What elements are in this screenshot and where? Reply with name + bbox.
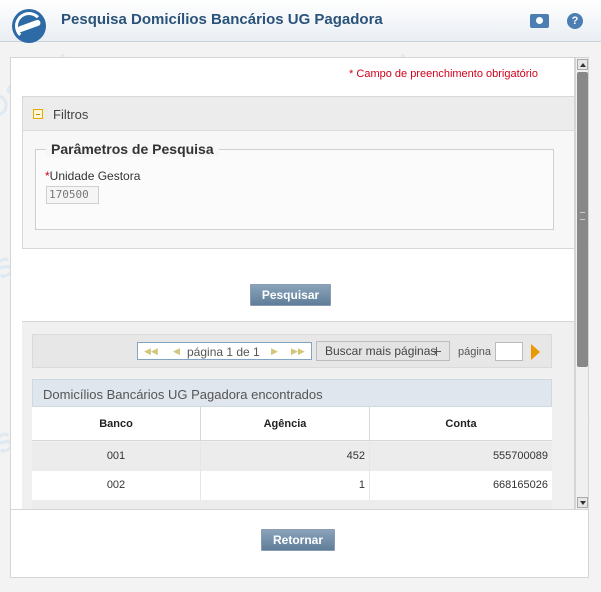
pagination-bar: ◀◀ ◀ página 1 de 1 ▶ ▶▶ Buscar mais pági…: [32, 334, 552, 368]
unidade-gestora-label: *Unidade Gestora: [45, 169, 140, 183]
page-number-label: página: [458, 346, 492, 358]
last-page-icon[interactable]: ▶▶: [291, 346, 305, 357]
search-parameters-fieldset: Parâmetros de Pesquisa *Unidade Gestora …: [35, 141, 554, 230]
cell-agencia: 1: [201, 471, 370, 500]
help-icon[interactable]: ?: [567, 13, 583, 29]
cell-banco: 002: [32, 471, 201, 500]
siafi-logo-icon: [12, 9, 46, 43]
scroll-up-icon[interactable]: [577, 59, 588, 70]
pagination-box: ◀◀ ◀ página 1 de 1 ▶ ▶▶: [137, 342, 312, 360]
scroll-down-icon[interactable]: [577, 497, 588, 508]
results-table-title: Domicílios Bancários UG Pagadora encontr…: [43, 387, 323, 402]
column-header-conta[interactable]: Conta: [370, 407, 552, 441]
search-parameters-legend: Parâmetros de Pesquisa: [46, 141, 219, 157]
cell-agencia: 452: [201, 442, 370, 471]
search-button[interactable]: Pesquisar: [250, 284, 331, 306]
vertical-scrollbar[interactable]: [575, 57, 589, 510]
load-more-pages-button[interactable]: Buscar mais páginas: [316, 341, 450, 361]
cell-conta: 668165026: [492, 479, 548, 491]
column-header-banco[interactable]: Banco: [32, 407, 201, 441]
page-indicator: página 1 de 1: [187, 345, 260, 359]
table-row[interactable]: 001 452 555700089: [32, 442, 552, 471]
cell-banco: 001: [32, 442, 201, 471]
unidade-gestora-field[interactable]: 170500: [46, 186, 99, 204]
return-button[interactable]: Retornar: [261, 529, 335, 551]
camera-icon[interactable]: [530, 14, 549, 28]
results-panel: ◀◀ ◀ página 1 de 1 ▶ ▶▶ Buscar mais pági…: [22, 321, 574, 509]
results-table-title-bar: Domicílios Bancários UG Pagadora encontr…: [32, 379, 552, 407]
page-header: Pesquisa Domicílios Bancários UG Pagador…: [0, 0, 601, 43]
plus-icon: [432, 347, 441, 356]
table-row[interactable]: 002 1 668165026: [32, 471, 552, 500]
main-content: * Campo de preenchimento obrigatório Fil…: [10, 57, 575, 510]
first-page-icon[interactable]: ◀◀: [144, 346, 158, 357]
page-title: Pesquisa Domicílios Bancários UG Pagador…: [61, 11, 383, 28]
unidade-gestora-label-text: Unidade Gestora: [49, 169, 141, 183]
table-row-partial: [32, 500, 552, 509]
column-header-agencia[interactable]: Agência: [201, 407, 370, 441]
load-more-pages-label: Buscar mais páginas: [325, 344, 437, 358]
next-page-icon[interactable]: ▶: [271, 346, 278, 357]
footer-bar: Retornar: [10, 510, 589, 578]
scroll-thumb[interactable]: [577, 72, 588, 367]
go-to-page-icon[interactable]: [531, 344, 540, 360]
filters-title: Filtros: [53, 107, 89, 122]
collapse-icon[interactable]: [33, 109, 43, 119]
page-number-input[interactable]: [495, 342, 523, 361]
prev-page-icon[interactable]: ◀: [173, 346, 180, 357]
required-field-note: * Campo de preenchimento obrigatório: [349, 68, 538, 80]
filters-header[interactable]: Filtros: [23, 97, 574, 131]
cell-conta: 555700089: [492, 450, 548, 462]
filters-panel: Filtros Parâmetros de Pesquisa *Unidade …: [22, 96, 574, 249]
